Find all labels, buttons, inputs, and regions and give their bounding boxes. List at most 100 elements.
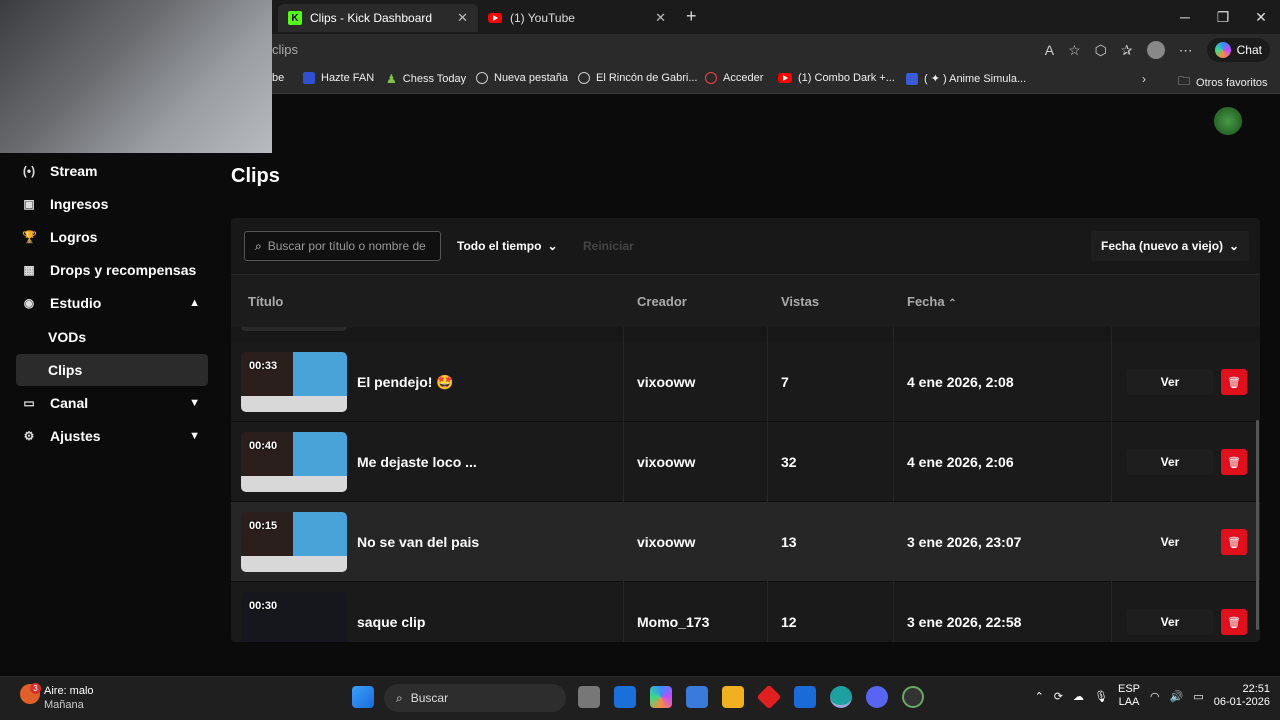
sync-icon[interactable]: ⟳ (1054, 690, 1063, 703)
trophy-icon: 🏆 (22, 230, 37, 244)
close-tab-icon[interactable]: ✕ (655, 10, 666, 26)
wifi-icon[interactable]: ◠ (1150, 690, 1160, 703)
microphone-icon[interactable]: 🎙 (1094, 690, 1108, 703)
clip-title: El pendejo! 🤩 (357, 374, 454, 390)
sidebar-item-drops[interactable]: ▦ Drops y recompensas (16, 254, 208, 286)
view-clip-button[interactable]: Ver (1127, 369, 1213, 395)
clip-title: saque clip (357, 614, 426, 630)
sidebar-item-canal[interactable]: ▭ Canal ▼ (16, 387, 208, 419)
delete-clip-icon[interactable]: 🗑 (1221, 529, 1247, 555)
clip-creator[interactable]: vixooww (637, 454, 695, 470)
bookmark-label: Chess Today (402, 73, 467, 85)
discord-icon[interactable] (866, 686, 888, 708)
favorite-star-icon[interactable]: ☆ (1068, 42, 1081, 59)
clip-date: 4 ene 2026, 2:06 (907, 454, 1014, 470)
bookmarks-overflow-chevron-icon[interactable]: › (1142, 72, 1146, 86)
clock-date: 06-01-2026 (1213, 696, 1270, 708)
clip-creator[interactable]: Momo_173 (637, 614, 709, 630)
bookmark-item[interactable]: (1) Combo Dark +... (778, 72, 895, 84)
bookmark-label: Acceder (723, 72, 764, 84)
windows-start-icon[interactable] (352, 686, 374, 708)
reset-button[interactable]: Reiniciar (583, 239, 634, 253)
table-scrollbar[interactable] (1256, 420, 1259, 630)
table-header (231, 275, 1260, 327)
bookmark-item[interactable]: Acceder (705, 72, 763, 84)
clip-thumbnail[interactable]: 00:15 (241, 512, 347, 572)
bookmark-item[interactable]: Nueva pestaña (476, 72, 568, 84)
sidebar-item-estudio[interactable]: ◉ Estudio ▲ (16, 287, 208, 319)
chevron-up-icon[interactable]: ⌃ (1035, 690, 1044, 703)
sidebar-item-stream[interactable]: (•) Stream (16, 155, 208, 187)
battery-icon[interactable]: ▭ (1193, 690, 1203, 703)
clock[interactable]: 22:51 06-01-2026 (1214, 683, 1270, 709)
address-bar-url[interactable]: clips (272, 42, 298, 57)
column-title[interactable]: Título (248, 294, 283, 309)
other-favorites[interactable]: 🗀 Otros favoritos (1178, 72, 1268, 93)
clip-views: 12 (781, 614, 797, 630)
bookmark-item[interactable]: El Rincón de Gabri... (578, 72, 698, 84)
new-tab-icon[interactable]: + (686, 6, 697, 27)
favorites-icon[interactable]: ✰ (1121, 42, 1133, 59)
close-tab-icon[interactable]: ✕ (457, 10, 468, 26)
taskbar-search[interactable]: ⌕ Buscar (384, 684, 566, 712)
clip-thumbnail[interactable]: 00:33 (241, 352, 347, 412)
close-window-icon[interactable]: ✕ (1242, 0, 1280, 34)
copilot-chat-button[interactable]: Chat (1206, 38, 1270, 62)
minimize-icon[interactable]: ─ (1166, 0, 1204, 34)
extensions-icon[interactable]: ⬡ (1095, 42, 1107, 59)
maximize-icon[interactable]: ❐ (1204, 0, 1242, 34)
clip-thumbnail[interactable]: 00:30 (241, 592, 347, 642)
read-aloud-icon[interactable]: A (1045, 42, 1054, 58)
bookmark-label: ( ✦ ) Anime Simula... (924, 73, 1027, 85)
volume-icon[interactable]: 🔊 (1170, 690, 1184, 703)
sort-dropdown[interactable]: Fecha (nuevo a viejo) ⌄ (1091, 231, 1250, 261)
clip-creator[interactable]: vixooww (637, 534, 695, 550)
bookmark-item[interactable]: Hazte FAN (303, 72, 374, 84)
app-icon[interactable] (902, 686, 924, 708)
clip-title: Me dejaste loco ... (357, 454, 477, 470)
delete-clip-icon[interactable]: 🗑 (1221, 609, 1247, 635)
clip-duration: 00:33 (249, 360, 278, 372)
bookmark-item[interactable]: ( ✦ ) Anime Simula... (906, 72, 1026, 85)
bookmark-item[interactable]: ♟ Chess Today (386, 72, 466, 86)
column-date[interactable]: Fecha ⌃ (907, 294, 957, 309)
view-clip-button[interactable]: Ver (1127, 529, 1213, 555)
column-views[interactable]: Vistas (781, 294, 819, 309)
outlook-icon[interactable] (614, 686, 636, 708)
view-clip-button[interactable]: Ver (1127, 609, 1213, 635)
more-options-icon[interactable]: ⋯ (1179, 42, 1193, 59)
view-clip-button[interactable]: Ver (1127, 449, 1213, 475)
dropbox-icon[interactable] (794, 686, 816, 708)
weather-title[interactable]: Aire: malo (44, 685, 94, 697)
search-input[interactable] (267, 239, 428, 253)
sidebar-item-ajustes[interactable]: ⚙ Ajustes ▼ (16, 420, 208, 452)
sidebar-item-clips[interactable]: Clips (16, 354, 208, 386)
column-date-label: Fecha (907, 294, 945, 309)
time-filter-dropdown[interactable]: Todo el tiempo ⌄ (457, 239, 558, 253)
language-indicator[interactable]: ESP LAA (1118, 683, 1140, 709)
bookmark-label: Nueva pestaña (494, 72, 568, 84)
bookmark-item[interactable]: be (272, 72, 284, 84)
clip-thumbnail[interactable]: 00:40 (241, 432, 347, 492)
task-view-icon[interactable] (578, 686, 600, 708)
sidebar-item-ingresos[interactable]: ▣ Ingresos (16, 188, 208, 220)
tab-youtube[interactable]: (1) YouTube ✕ (478, 4, 676, 32)
file-explorer-icon[interactable] (722, 686, 744, 708)
sidebar-item-vods[interactable]: VODs (16, 321, 208, 353)
tab-kick-dashboard[interactable]: K Clips - Kick Dashboard ✕ (278, 4, 478, 32)
store-icon[interactable] (686, 686, 708, 708)
language-code: ESP (1117, 683, 1140, 695)
profile-icon[interactable] (1146, 41, 1165, 59)
cloud-icon[interactable]: ☁ (1073, 690, 1084, 703)
kick-logo-icon: K (288, 11, 302, 25)
user-avatar[interactable] (1214, 107, 1242, 135)
sidebar-item-logros[interactable]: 🏆 Logros (16, 221, 208, 253)
search-field[interactable]: ⌕ (244, 231, 441, 261)
edge-icon[interactable] (830, 686, 852, 708)
copilot-icon[interactable] (650, 686, 672, 708)
delete-clip-icon[interactable]: 🗑 (1221, 369, 1247, 395)
delete-clip-icon[interactable]: 🗑 (1221, 449, 1247, 475)
weather-badge: 3 (30, 683, 41, 694)
clip-creator[interactable]: vixooww (637, 374, 695, 390)
column-creator[interactable]: Creador (637, 294, 687, 309)
